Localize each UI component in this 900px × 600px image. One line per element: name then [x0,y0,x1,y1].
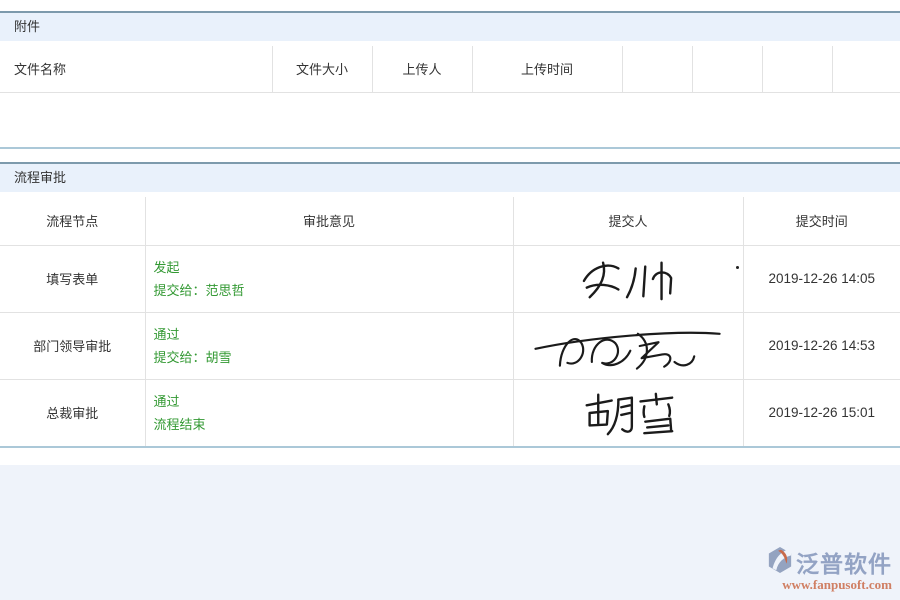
attachments-empty-row [0,92,900,147]
appr-col-submitter: 提交人 [513,197,743,245]
signature-image-fan-sizhe [514,315,743,377]
time-cell: 2019-12-26 15:01 [743,379,900,446]
approval-section: 流程审批 流程节点 审批意见 提交人 提交时间 填写表单 发起 [0,162,900,448]
footer: 泛普软件 www.fanpusoft.com [0,465,900,600]
node-cell: 总裁审批 [0,379,145,446]
attachments-table: 文件名称 文件大小 上传人 上传时间 [0,46,900,147]
approval-title: 流程审批 [14,170,66,185]
signature-image-hu-xue [514,389,743,437]
opinion-target: 提交给：范思哲 [154,279,513,302]
att-col-empty-4 [832,46,900,92]
approval-row-2: 部门领导审批 通过 提交给：胡雪 [0,312,900,379]
fanpu-logo-icon [767,546,793,579]
opinion-action: 发起 [154,256,513,279]
appr-col-submittime: 提交时间 [743,197,900,245]
signature-image-li-shuai [514,256,743,302]
opinion-action: 通过 [154,390,513,413]
approval-header-row: 流程节点 审批意见 提交人 提交时间 [0,197,900,245]
att-col-empty-3 [762,46,832,92]
att-col-uploader: 上传人 [372,46,472,92]
approval-row-1: 填写表单 发起 提交给：范思哲 [0,245,900,312]
attachments-empty-body [0,92,900,147]
att-col-empty-2 [692,46,762,92]
attachments-title: 附件 [14,19,40,34]
att-col-filesize: 文件大小 [272,46,372,92]
att-col-filename: 文件名称 [0,46,272,92]
node-cell: 填写表单 [0,245,145,312]
opinion-action: 通过 [154,323,513,346]
time-cell: 2019-12-26 14:05 [743,245,900,312]
page: 附件 文件名称 文件大小 上传人 上传时间 [0,0,900,600]
opinion-cell: 通过 流程结束 [145,379,513,446]
fanpu-logo-text: 泛普软件 [796,545,892,579]
att-col-empty-1 [622,46,692,92]
time-cell: 2019-12-26 14:53 [743,312,900,379]
approval-section-header: 流程审批 [0,162,900,192]
attachments-section-header: 附件 [0,11,900,41]
appr-col-opinion: 审批意见 [145,197,513,245]
opinion-target: 流程结束 [154,413,513,436]
fanpu-logo-url[interactable]: www.fanpusoft.com [767,577,892,593]
node-cell: 部门领导审批 [0,312,145,379]
signature-cell [513,379,743,446]
approval-table: 流程节点 审批意见 提交人 提交时间 填写表单 发起 提交给：范思哲 [0,197,900,446]
attachments-header-row: 文件名称 文件大小 上传人 上传时间 [0,46,900,92]
att-col-uploadtime: 上传时间 [472,46,622,92]
approval-row-3: 总裁审批 通过 流程结束 [0,379,900,446]
opinion-cell: 通过 提交给：胡雪 [145,312,513,379]
opinion-target: 提交给：胡雪 [154,346,513,369]
signature-cell [513,245,743,312]
ink-dot [736,266,739,269]
top-spacer [0,0,900,11]
attachments-section: 附件 文件名称 文件大小 上传人 上传时间 [0,11,900,149]
appr-col-node: 流程节点 [0,197,145,245]
fanpu-logo[interactable]: 泛普软件 www.fanpusoft.com [767,545,892,593]
signature-cell [513,312,743,379]
opinion-cell: 发起 提交给：范思哲 [145,245,513,312]
